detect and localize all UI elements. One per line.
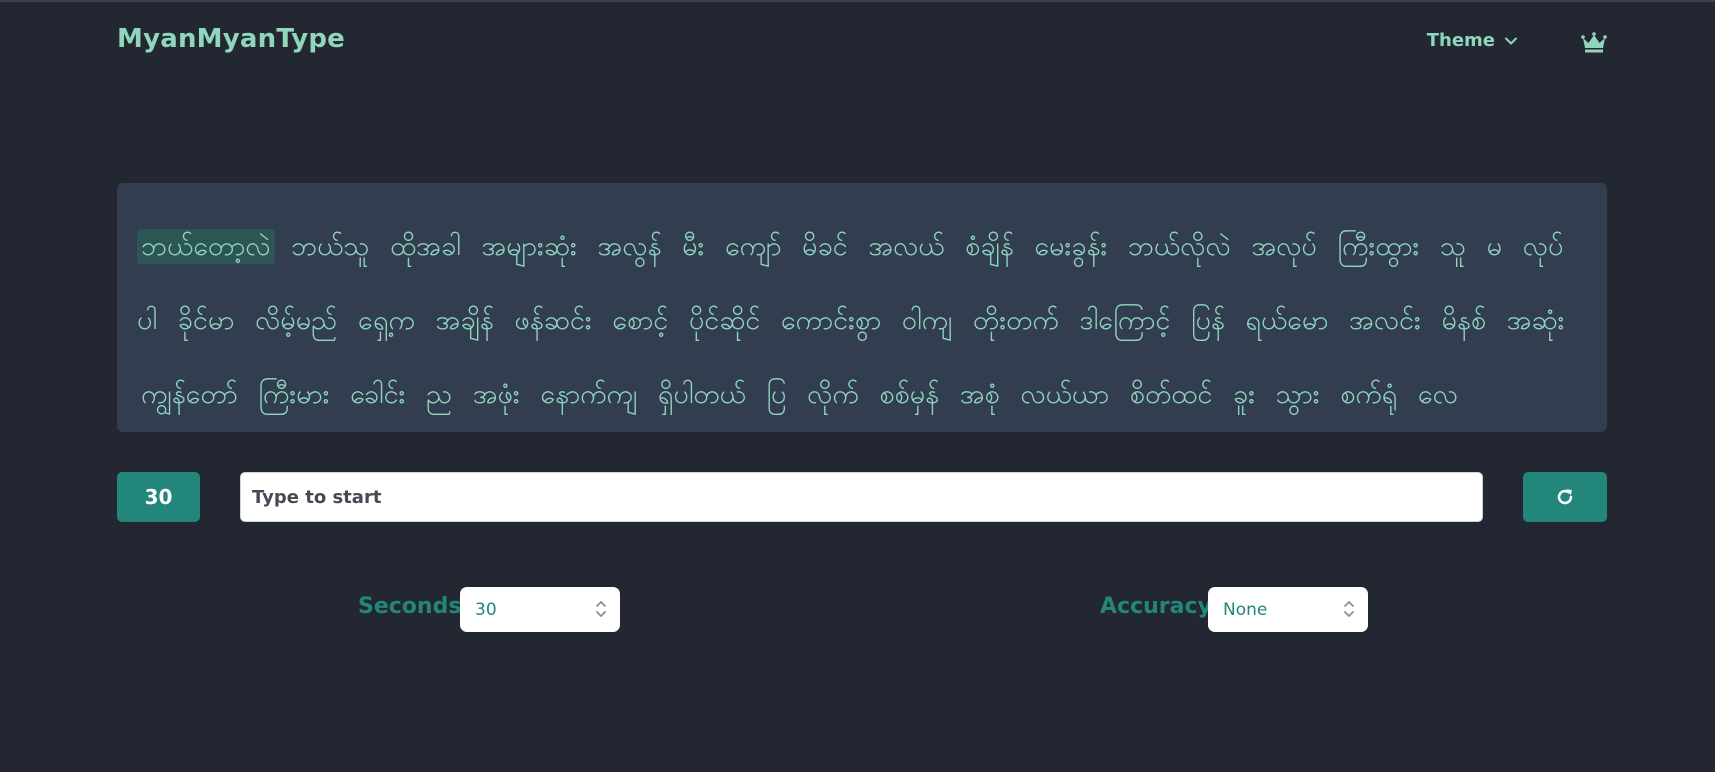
passage-word: ကျော်: [724, 231, 782, 262]
passage-word: လိမ့်မည်: [254, 305, 338, 336]
passage-word: အလုပ်: [1251, 231, 1317, 262]
passage-word: ကျွန်တော်: [141, 379, 238, 410]
passage-word: တိုးတက်: [972, 305, 1059, 336]
passage-word: ကောင်းစွာ: [780, 305, 882, 336]
passage-word: စိတ်ထင်: [1129, 379, 1213, 410]
passage-word: ည: [426, 379, 453, 410]
chevron-down-icon: [1505, 37, 1517, 44]
passage-word: လယ်ယာ: [1020, 379, 1110, 410]
theme-label: Theme: [1426, 30, 1495, 51]
passage-word: ခူး: [1232, 379, 1255, 410]
current-word: ဘယ်တော့လဲ: [137, 229, 275, 264]
accuracy-label: Accuracy: [1100, 594, 1212, 619]
passage-word: လေ: [1417, 379, 1458, 410]
passage-word: အလင်း: [1348, 305, 1421, 336]
accuracy-select-value: None: [1223, 599, 1268, 620]
crown-icon[interactable]: [1581, 30, 1607, 54]
passage-word: သူ: [1439, 231, 1466, 262]
select-arrows-icon: [596, 601, 606, 617]
passage-word: ရယ်မော: [1245, 305, 1329, 336]
passage-word: အချိန်: [435, 305, 494, 336]
passage-word: ရှေ့က: [357, 305, 415, 336]
passage-word: အလယ်: [868, 231, 945, 262]
passage-word: အလွန်: [597, 231, 662, 262]
passage-word: စံချိန်: [965, 231, 1014, 262]
passage-words: ဘယ်တော့လဲ ဘယ်သူ ထိုအခါ အများဆုံး အလွန် မ…: [137, 210, 1587, 432]
accuracy-select[interactable]: None: [1208, 587, 1368, 632]
passage-word: အများဆုံး: [481, 231, 577, 262]
passage-word: ရှိပါတယ်: [657, 379, 746, 410]
passage-word: စစ်မှန်: [879, 379, 940, 410]
passage-word: အဆုံး: [1506, 305, 1565, 336]
passage-word: သွား: [1275, 379, 1320, 410]
passage-word: ဖန်ဆင်း: [514, 305, 592, 336]
passage-word: မိနစ်: [1441, 305, 1487, 336]
passage-word: ခိုင်မာ: [177, 305, 235, 336]
passage-word: ပြ: [766, 379, 787, 410]
timer-display: 30: [117, 472, 200, 522]
theme-dropdown[interactable]: Theme: [1427, 30, 1519, 51]
passage-word: မိခင်: [802, 231, 848, 262]
passage-word: လိုက်: [807, 379, 859, 410]
select-arrows-icon: [1344, 601, 1354, 617]
passage-word: ခေါင်း: [350, 379, 406, 410]
passage-word: ဒါကြောင့်: [1079, 305, 1171, 336]
passage-word: စောင့်: [612, 305, 669, 336]
window-top-border: [0, 0, 1715, 2]
passage-word: မေးခွန်း: [1034, 231, 1108, 262]
brand-logo[interactable]: MyanMyanType: [117, 24, 345, 54]
passage-word: ပြန်: [1190, 305, 1225, 336]
passage-word: ပိုင်ဆိုင်: [688, 305, 761, 336]
seconds-select-value: 30: [475, 599, 497, 620]
passage-word: မ: [1486, 231, 1503, 262]
passage-word: ဘယ်သူ: [291, 231, 370, 262]
passage-word: အဖုံး: [472, 379, 520, 410]
passage-word: ကြီးမား: [258, 379, 330, 410]
reset-button[interactable]: [1523, 472, 1607, 522]
passage-word: ထိုအခါ: [390, 231, 461, 262]
typing-input[interactable]: [240, 472, 1483, 522]
passage-box: ဘယ်တော့လဲ ဘယ်သူ ထိုအခါ အများဆုံး အလွန် မ…: [117, 183, 1607, 432]
passage-word: နောက်ကျ: [540, 379, 638, 410]
passage-word: ကြီးထွား: [1337, 231, 1420, 262]
seconds-label: Seconds: [358, 594, 462, 619]
seconds-select[interactable]: 30: [460, 587, 620, 632]
passage-word: ဝါကျ: [901, 305, 953, 336]
redo-icon: [1557, 489, 1573, 505]
passage-word: ဘယ်လိုလဲ: [1127, 231, 1231, 262]
passage-word: အစုံ: [959, 379, 1000, 410]
passage-word: စက်ရုံ: [1340, 379, 1398, 410]
passage-word: မီး: [682, 231, 705, 262]
navbar: MyanMyanType Theme: [117, 22, 1607, 62]
